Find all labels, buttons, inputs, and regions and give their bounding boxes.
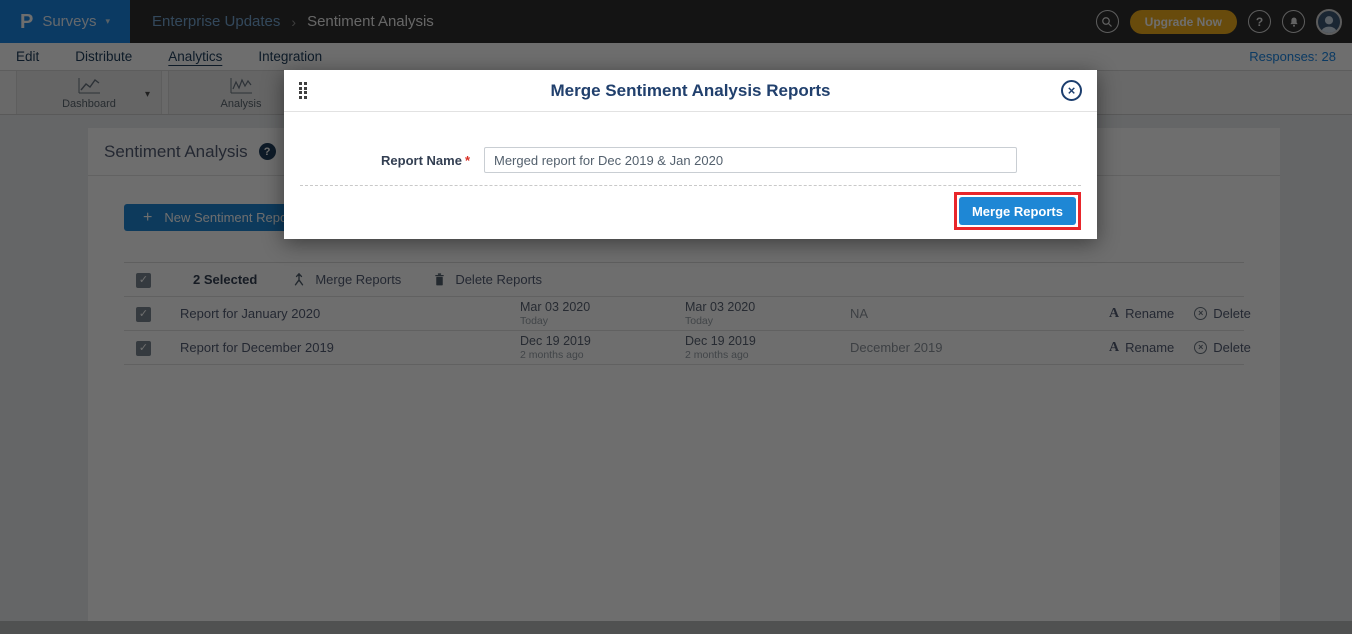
drag-handle-icon[interactable] xyxy=(299,82,307,99)
report-name-row: Report Name* xyxy=(284,147,1097,173)
report-name-input[interactable] xyxy=(484,147,1017,173)
merge-reports-button[interactable]: Merge Reports xyxy=(959,197,1076,225)
modal-title: Merge Sentiment Analysis Reports xyxy=(284,81,1097,101)
modal-header: Merge Sentiment Analysis Reports × xyxy=(284,70,1097,112)
report-name-label: Report Name* xyxy=(284,153,470,168)
close-icon: × xyxy=(1068,83,1076,98)
modal-footer: Merge Reports xyxy=(284,186,1097,239)
merge-reports-modal: Merge Sentiment Analysis Reports × Repor… xyxy=(284,70,1097,239)
report-name-label-text: Report Name xyxy=(381,153,462,168)
modal-close-button[interactable]: × xyxy=(1061,80,1082,101)
required-asterisk: * xyxy=(465,153,470,168)
action-annotation-highlight: Merge Reports xyxy=(954,192,1081,230)
modal-body: Report Name* xyxy=(284,112,1097,173)
